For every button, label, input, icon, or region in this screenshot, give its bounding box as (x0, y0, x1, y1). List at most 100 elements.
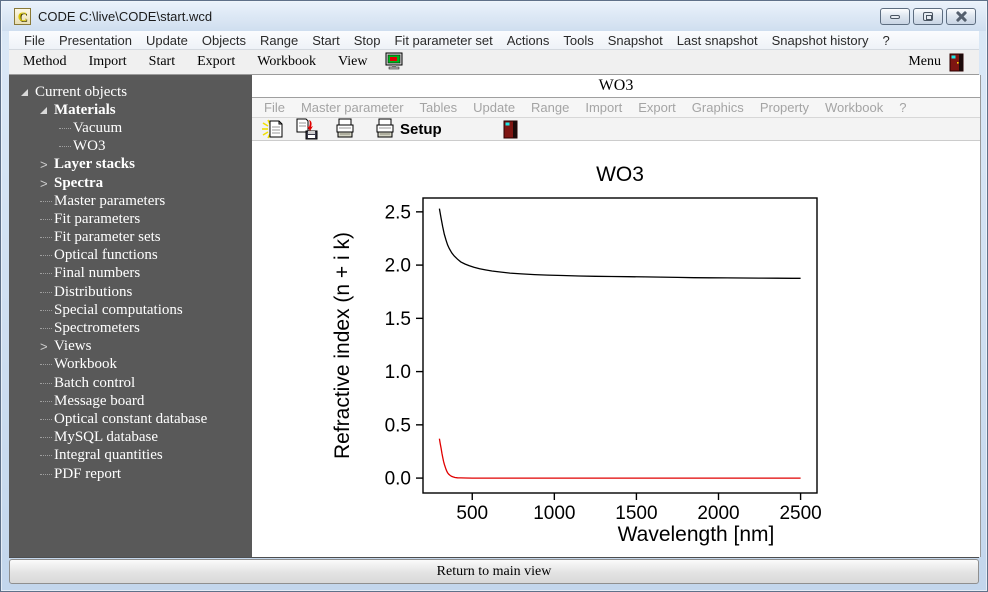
sidebar-item-label: Materials (54, 101, 116, 118)
sidebar-item-wo3[interactable]: WO3 (9, 138, 252, 156)
y-tick-label: 0.5 (385, 415, 411, 436)
setup-label: Setup (400, 120, 442, 138)
object-tree-sidebar: Current objects Materials Vacuum WO3 > Layer … (9, 75, 252, 557)
menubar-item-fit-parameter-set[interactable]: Fit parameter set (387, 33, 499, 48)
tree-connector (40, 291, 52, 293)
print-button[interactable] (333, 118, 357, 140)
menubar-item-stop[interactable]: Stop (347, 33, 388, 48)
tree-connector (40, 418, 52, 420)
print-setup-button[interactable]: Setup (373, 118, 442, 140)
tree-connector (40, 328, 52, 330)
toolbar-item-view[interactable]: View (330, 54, 381, 70)
exit-door-icon[interactable] (949, 53, 965, 72)
tree-connector (40, 400, 52, 402)
panel-menubar: File Master parameter Tables Update Range Imp… (252, 98, 980, 118)
save-export-button[interactable] (295, 118, 319, 140)
tree-connector (40, 455, 52, 457)
sidebar-item-label: Special computations (54, 301, 183, 318)
panel-menu-item-master-parameter[interactable]: Master parameter (293, 100, 412, 115)
menubar-item-update[interactable]: Update (139, 33, 195, 48)
menubar-item-actions[interactable]: Actions (500, 33, 557, 48)
sidebar-item-vacuum[interactable]: Vacuum (9, 119, 252, 137)
sidebar-item-final-numbers[interactable]: Final numbers (9, 265, 252, 283)
sidebar-item-label: PDF report (54, 465, 122, 482)
sidebar-item-fit-parameter-sets[interactable]: Fit parameter sets (9, 229, 252, 247)
sidebar-item-label: Final numbers (54, 265, 141, 282)
sidebar-item-label: Message board (54, 392, 145, 409)
sidebar-item-message-board[interactable]: Message board (9, 392, 252, 410)
panel-menu-item-tables[interactable]: Tables (412, 100, 466, 115)
close-button[interactable] (946, 8, 976, 25)
menubar-item-last-snapshot[interactable]: Last snapshot (670, 33, 765, 48)
toolbar-item-export[interactable]: Export (189, 54, 249, 70)
tree-connector (40, 364, 52, 366)
panel-menu-item-import[interactable]: Import (577, 100, 630, 115)
sidebar-item-optical-constant-database[interactable]: Optical constant database (9, 410, 252, 428)
sidebar-item-label: Spectrometers (54, 320, 140, 337)
sidebar-item-label: Integral quantities (54, 447, 163, 464)
sidebar-item-batch-control[interactable]: Batch control (9, 374, 252, 392)
sidebar-item-mysql-database[interactable]: MySQL database (9, 429, 252, 447)
sidebar-item-pdf-report[interactable]: PDF report (9, 465, 252, 483)
sidebar-item-fit-parameters[interactable]: Fit parameters (9, 210, 252, 228)
sidebar-item-optical-functions[interactable]: Optical functions (9, 247, 252, 265)
bottom-bar: Return to main view (9, 559, 979, 584)
tree-collapsed-icon[interactable]: > (40, 339, 54, 354)
sidebar-item-distributions[interactable]: Distributions (9, 283, 252, 301)
sidebar-item-current-objects[interactable]: Current objects (9, 83, 252, 101)
view-monitor-button[interactable] (383, 52, 405, 72)
panel-menu-item-property[interactable]: Property (752, 100, 817, 115)
menubar-item-start[interactable]: Start (305, 33, 346, 48)
titlebar: C CODE C:\live\CODE\start.wcd (2, 2, 986, 31)
menubar-item-[interactable]: ? (875, 33, 896, 48)
x-tick-label: 2000 (697, 503, 739, 524)
menubar-item-range[interactable]: Range (253, 33, 305, 48)
panel-menu-item-update[interactable]: Update (465, 100, 523, 115)
sidebar-item-label: Spectra (54, 174, 104, 191)
sidebar-item-views[interactable]: > Views (9, 338, 252, 356)
sidebar-item-layer-stacks[interactable]: > Layer stacks (9, 156, 252, 174)
toolbar-item-workbook[interactable]: Workbook (249, 54, 330, 70)
material-panel: WO3 File Master parameter Tables Update Rang… (252, 75, 981, 557)
menubar-item-snapshot-history[interactable]: Snapshot history (765, 33, 876, 48)
sidebar-item-integral-quantities[interactable]: Integral quantities (9, 447, 252, 465)
menubar-item-snapshot[interactable]: Snapshot (601, 33, 670, 48)
minimize-icon (890, 14, 900, 19)
menubar-item-tools[interactable]: Tools (556, 33, 600, 48)
toolbar-item-import[interactable]: Import (81, 54, 141, 70)
tree-collapsed-icon[interactable]: > (40, 176, 54, 191)
panel-menu-item-graphics[interactable]: Graphics (684, 100, 752, 115)
menubar-item-file[interactable]: File (17, 33, 52, 48)
panel-menu-item-range[interactable]: Range (523, 100, 577, 115)
menubar: File Presentation Update Objects Range Start S… (9, 31, 979, 50)
panel-exit-button[interactable] (503, 120, 519, 139)
app-icon: C (14, 8, 31, 25)
panel-menu-item-file[interactable]: File (256, 100, 293, 115)
panel-menu-item-[interactable]: ? (891, 100, 914, 115)
toolbar-item-start[interactable]: Start (141, 54, 189, 70)
panel-menu-item-export[interactable]: Export (630, 100, 684, 115)
printer-setup-icon (376, 118, 394, 138)
sidebar-item-spectra[interactable]: > Spectra (9, 174, 252, 192)
material-chart: 500 1000 1500 2000 2500 0.0 0.5 1.0 1.5 2.0 2.5 WO3… (331, 163, 822, 546)
menu-button[interactable]: Menu (908, 54, 941, 70)
new-document-button[interactable] (262, 118, 286, 140)
x-tick-label: 1000 (533, 503, 575, 524)
sidebar-item-spectrometers[interactable]: Spectrometers (9, 319, 252, 337)
tree-collapsed-icon[interactable]: > (40, 157, 54, 172)
sidebar-item-special-computations[interactable]: Special computations (9, 301, 252, 319)
tree-expanded-icon[interactable] (21, 84, 35, 101)
menubar-item-presentation[interactable]: Presentation (52, 33, 139, 48)
sidebar-item-materials[interactable]: Materials (9, 101, 252, 119)
tree-connector (40, 309, 52, 311)
sidebar-item-master-parameters[interactable]: Master parameters (9, 192, 252, 210)
maximize-button[interactable] (913, 8, 943, 25)
tree-connector (40, 437, 52, 439)
return-to-main-view-button[interactable]: Return to main view (9, 559, 979, 584)
toolbar-item-method[interactable]: Method (15, 54, 81, 70)
panel-menu-item-workbook[interactable]: Workbook (817, 100, 891, 115)
minimize-button[interactable] (880, 8, 910, 25)
tree-expanded-icon[interactable] (40, 102, 54, 119)
menubar-item-objects[interactable]: Objects (195, 33, 253, 48)
sidebar-item-workbook[interactable]: Workbook (9, 356, 252, 374)
